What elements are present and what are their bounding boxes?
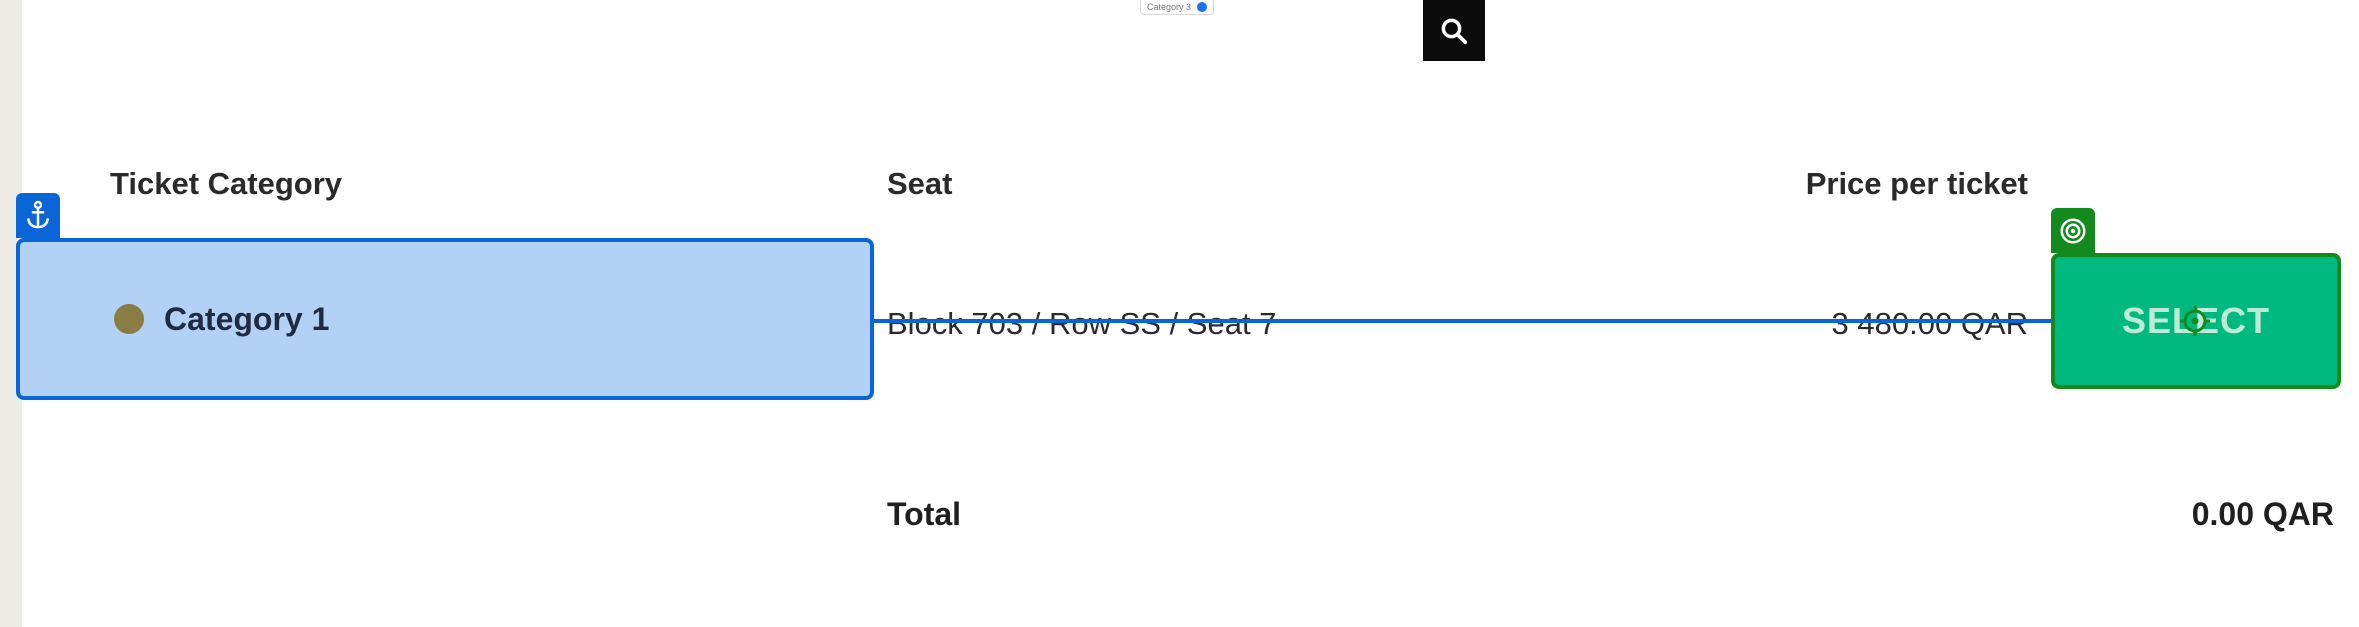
category-color-dot [114,304,144,334]
search-icon [1441,18,1468,44]
total-value: 0.00 QAR [2191,496,2334,532]
target-tab [2051,208,2095,253]
legend-label: Category 3 [1147,2,1192,12]
target-icon [2060,218,2086,243]
header-ticket-category: Ticket Category [110,166,343,201]
header-price: Price per ticket [1805,166,2028,201]
anchor-icon [26,200,50,228]
legend-dot [1197,2,1208,12]
category-cell[interactable]: Category 1 [16,238,874,400]
search-button[interactable] [1423,0,1485,61]
total-label: Total [887,496,962,532]
crosshair-icon [2180,306,2210,336]
seat-value: Block 703 / Row SS / Seat 7 [887,306,1277,341]
price-value: 3 480.00 QAR [1831,306,2028,341]
category-legend: Category 3 [1140,0,1215,15]
category-label: Category 1 [164,300,330,337]
header-seat: Seat [887,166,953,201]
connector-line [874,319,2056,323]
anchor-tab [16,193,60,238]
